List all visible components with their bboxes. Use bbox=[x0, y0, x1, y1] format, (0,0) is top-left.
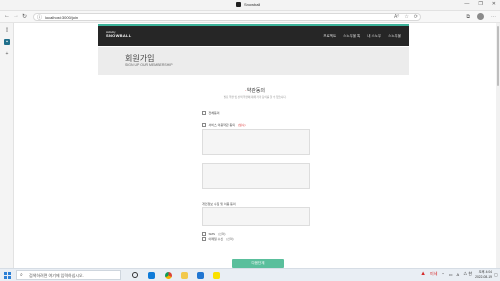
window-controls: — ❐ ✕ bbox=[464, 1, 496, 7]
privacy-terms-label: 개인정보 수집 및 이용 동의 bbox=[202, 202, 236, 206]
maximize-button[interactable]: ❐ bbox=[478, 1, 482, 7]
menu-item-my-snow[interactable]: 내 스노우 bbox=[367, 34, 381, 39]
site-menu: 프로젝트 스노우볼 톡 내 스노우 스노우볼 bbox=[323, 34, 401, 39]
tabs-icon[interactable]: ▯ bbox=[4, 27, 10, 33]
logo-line2: SNOWBALL bbox=[106, 33, 132, 38]
chrome-icon[interactable] bbox=[165, 272, 172, 279]
tab-title-text: Snowball bbox=[244, 2, 261, 7]
email-row[interactable]: 이메일 수신 (선택) bbox=[202, 237, 234, 241]
file-explorer-icon[interactable] bbox=[181, 272, 188, 279]
site-favicon-icon bbox=[236, 2, 241, 7]
refresh-icon[interactable]: ↻ bbox=[22, 13, 27, 20]
page-scrollbar[interactable] bbox=[496, 23, 500, 268]
system-clock[interactable]: 오후 4:04 2022-08-19 bbox=[475, 270, 492, 280]
site-logo[interactable]: Activity SNOWBALL bbox=[106, 30, 132, 38]
back-icon[interactable]: ← bbox=[4, 13, 10, 19]
profile-avatar[interactable] bbox=[477, 13, 484, 20]
info-icon[interactable]: ⓘ bbox=[37, 14, 42, 21]
start-icon-tile bbox=[8, 276, 11, 279]
email-label: 이메일 수신 bbox=[208, 237, 224, 241]
more-menu-icon[interactable]: ⋯ bbox=[491, 14, 496, 20]
agree-all-checkbox[interactable] bbox=[202, 111, 206, 115]
url-tools: A⁰ ☆ ⟳ bbox=[394, 14, 418, 20]
url-input[interactable]: ⓘ localhost:3000/join A⁰ ☆ ⟳ bbox=[33, 13, 421, 21]
edge-icon[interactable] bbox=[148, 272, 155, 279]
sms-row[interactable]: SMS (선택) bbox=[202, 232, 226, 236]
menu-item-snowball[interactable]: 스노우볼 bbox=[388, 34, 401, 39]
sms-checkbox[interactable] bbox=[202, 232, 206, 236]
page-subtitle: SIGN UP OUR MEMBERSHIP bbox=[125, 63, 173, 67]
required-tag: (필수) bbox=[238, 123, 246, 127]
taskbar-search[interactable]: ⌕ 검색하려면 여기에 입력하십시오. bbox=[16, 270, 121, 280]
service-terms-row[interactable]: 서비스 이용약관 동의 (필수) bbox=[202, 123, 246, 127]
start-icon-tile bbox=[4, 272, 7, 275]
email-checkbox[interactable] bbox=[202, 237, 206, 241]
menu-item-project[interactable]: 프로젝트 bbox=[323, 34, 336, 39]
warning-icon[interactable]: ▲ bbox=[420, 271, 426, 277]
system-tray: ▲ 미세 ⌃ ▭ A ⁂ 한 bbox=[420, 271, 472, 277]
terms-description: 필요 약관 및 선택 약관에 대해 각각 동의를 할 수 있습니다. bbox=[223, 96, 287, 99]
url-text[interactable]: localhost:3000/join bbox=[45, 15, 78, 20]
read-aloud-icon[interactable]: A⁰ bbox=[394, 14, 399, 20]
kakaotalk-icon[interactable] bbox=[213, 272, 220, 279]
collections-icon[interactable]: ⧉ bbox=[466, 14, 470, 20]
email-optional-tag: (선택) bbox=[226, 237, 234, 241]
menu-item-talk[interactable]: 스노우볼 톡 bbox=[343, 34, 360, 39]
new-tab-icon[interactable]: + bbox=[4, 51, 10, 57]
close-button[interactable]: ✕ bbox=[492, 1, 496, 7]
windows-taskbar: ⌕ 검색하려면 여기에 입력하십시오. ▲ 미세 ⌃ ▭ A ⁂ 한 오후 4:… bbox=[0, 268, 500, 281]
terms-heading: ·약관동의 bbox=[14, 87, 496, 94]
start-button[interactable] bbox=[4, 272, 11, 279]
battery-icon[interactable]: ▭ bbox=[449, 272, 453, 277]
browser-right-tools: ⧉ ⋯ bbox=[466, 13, 496, 20]
tray-expand-icon[interactable]: ⌃ bbox=[441, 272, 444, 277]
sms-optional-tag: (선택) bbox=[218, 232, 226, 236]
site-header: Activity SNOWBALL 프로젝트 스노우볼 톡 내 스노우 스노우볼 bbox=[98, 26, 409, 46]
agree-all-label: 전체동의 bbox=[208, 111, 220, 115]
active-tab-icon[interactable]: ▪ bbox=[4, 39, 10, 45]
terms-textarea-2[interactable] bbox=[202, 163, 310, 189]
browser-sidebar: ▯ ▪ + bbox=[0, 23, 14, 268]
notification-icon[interactable]: ▢ bbox=[494, 272, 499, 279]
scrollbar-thumb[interactable] bbox=[497, 26, 499, 86]
service-terms-checkbox[interactable] bbox=[202, 123, 206, 127]
ime-label[interactable]: A bbox=[457, 272, 460, 277]
privacy-terms-row: 개인정보 수집 및 이용 동의 bbox=[202, 202, 236, 206]
sms-label: SMS bbox=[208, 232, 216, 236]
web-page: Activity SNOWBALL 프로젝트 스노우볼 톡 내 스노우 스노우볼… bbox=[14, 23, 496, 268]
terms-heading-text: 약관동의 bbox=[246, 88, 266, 94]
tab-title[interactable]: Snowball bbox=[236, 2, 260, 7]
minimize-button[interactable]: — bbox=[464, 1, 469, 7]
language-label[interactable]: ⁂ 한 bbox=[463, 271, 472, 277]
start-icon-tile bbox=[4, 276, 7, 279]
taskbar-search-placeholder[interactable]: 검색하려면 여기에 입력하십시오. bbox=[29, 273, 84, 279]
forward-icon[interactable]: → bbox=[13, 13, 19, 19]
next-step-button[interactable]: 다음단계 bbox=[232, 259, 284, 268]
browser-titlebar: Snowball — ❐ ✕ bbox=[0, 0, 500, 11]
service-terms-textarea[interactable] bbox=[202, 129, 310, 155]
clock-date: 2022-08-19 bbox=[475, 275, 492, 279]
privacy-terms-textarea[interactable] bbox=[202, 207, 310, 226]
weather-label[interactable]: 미세 bbox=[430, 271, 437, 277]
start-icon-tile bbox=[8, 272, 11, 275]
agree-all-row[interactable]: 전체동의 bbox=[202, 111, 220, 115]
sync-icon[interactable]: ⟳ bbox=[414, 14, 418, 20]
page-banner: 회원가입 SIGN UP OUR MEMBERSHIP bbox=[98, 47, 409, 75]
service-terms-label: 서비스 이용약관 동의 bbox=[208, 123, 236, 127]
vscode-icon[interactable] bbox=[197, 272, 204, 279]
favorite-icon[interactable]: ☆ bbox=[404, 14, 408, 20]
address-bar-row: ← → ↻ ⓘ localhost:3000/join A⁰ ☆ ⟳ ⧉ ⋯ bbox=[0, 11, 500, 23]
cortana-icon[interactable] bbox=[132, 272, 138, 278]
search-icon: ⌕ bbox=[20, 272, 23, 278]
